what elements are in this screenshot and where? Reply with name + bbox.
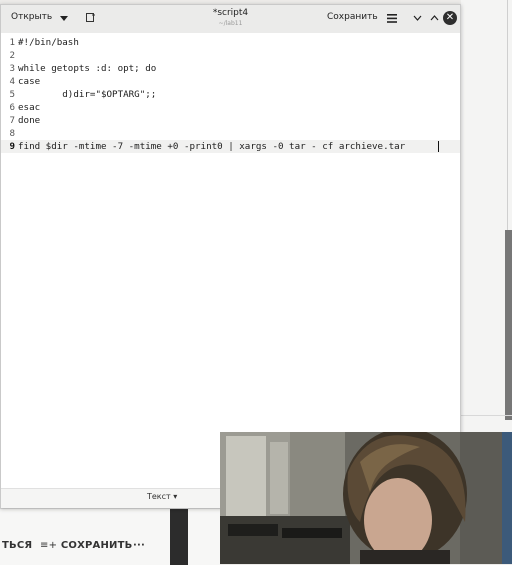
text-cursor (438, 141, 439, 152)
line-text: find $dir -mtime -7 -mtime +0 -print0 | … (18, 141, 406, 152)
background-app-toolbar: ТЬСЯ ≡+ СОХРАНИТЬ ··· (0, 508, 220, 565)
language-mode-selector[interactable]: Текст ▾ (147, 492, 177, 501)
panel-divider (507, 0, 508, 235)
save-list-label: СОХРАНИТЬ (60, 540, 133, 551)
line-text: d)dir="$OPTARG";; (18, 89, 157, 100)
line-text: #!/bin/bash (18, 37, 79, 48)
code-line: 1 #!/bin/bash (1, 36, 460, 49)
line-number: 9 (9, 141, 15, 152)
divider (461, 415, 512, 416)
minimize-chevron-down-icon[interactable] (413, 15, 422, 21)
code-line: 7 done (1, 114, 460, 127)
code-editor[interactable]: 1 #!/bin/bash 2 3 while getopts :d: opt;… (1, 33, 460, 488)
save-list-button[interactable]: ≡+ СОХРАНИТЬ (40, 540, 132, 551)
line-number: 7 (9, 115, 15, 126)
line-text: done (18, 115, 41, 126)
code-line: 8 (1, 127, 460, 140)
code-line: 2 (1, 49, 460, 62)
hamburger-menu-icon[interactable] (387, 14, 397, 23)
line-text: case (18, 76, 41, 87)
close-icon[interactable]: ✕ (443, 11, 457, 25)
webcam-overlay (220, 432, 512, 564)
line-number: 2 (9, 50, 15, 61)
line-text: esac (18, 102, 41, 113)
code-line: 4 case (1, 75, 460, 88)
code-line: 3 while getopts :d: opt; do (1, 62, 460, 75)
webcam-video-image (220, 432, 512, 564)
dark-strip (170, 509, 188, 565)
line-number: 3 (9, 63, 15, 74)
line-number: 8 (9, 128, 15, 139)
line-number: 5 (9, 89, 15, 100)
line-text: while getopts :d: opt; do (18, 63, 157, 74)
header-bar: Открыть *script4 ~/lab11 Сохранить ✕ (1, 5, 460, 34)
more-options-button[interactable]: ··· (133, 540, 145, 551)
line-number: 6 (9, 102, 15, 113)
partial-button-label[interactable]: ТЬСЯ (2, 540, 32, 551)
scrollbar[interactable] (505, 230, 512, 420)
add-to-list-icon: ≡+ (40, 540, 58, 551)
line-number: 1 (9, 37, 15, 48)
current-code-line: 9 find $dir -mtime -7 -mtime +0 -print0 … (1, 140, 460, 153)
code-line: 5 d)dir="$OPTARG";; (1, 88, 460, 101)
maximize-chevron-up-icon[interactable] (430, 15, 439, 21)
line-number: 4 (9, 76, 15, 87)
save-button[interactable]: Сохранить (327, 12, 378, 22)
code-line: 6 esac (1, 101, 460, 114)
